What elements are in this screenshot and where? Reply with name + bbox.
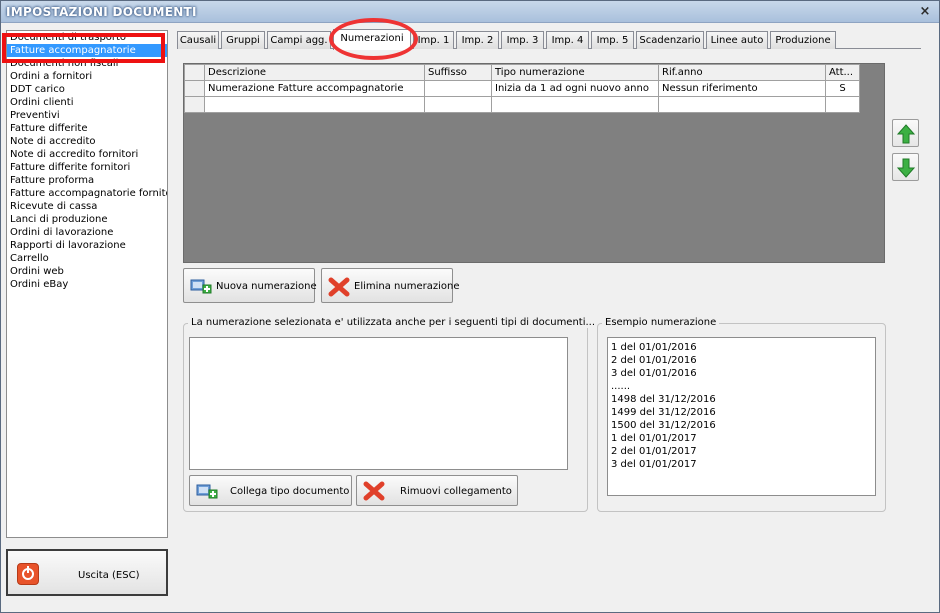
row-indicator[interactable] (184, 96, 205, 113)
move-down-button[interactable] (892, 153, 919, 181)
tab-numerazioni[interactable]: Numerazioni (333, 29, 411, 50)
linked-doc-types-group: La numerazione selezionata e' utilizzata… (183, 317, 599, 512)
delete-x-icon (328, 277, 350, 297)
example-line: 1500 del 31/12/2016 (611, 420, 716, 431)
cell-rif-anno[interactable]: Nessun riferimento (658, 80, 826, 97)
column-header-descrizione[interactable]: Descrizione (204, 64, 425, 81)
document-type-list[interactable]: Documenti di trasporto Fatture accompagn… (6, 30, 168, 538)
remove-link-label: Rimuovi collegamento (400, 486, 512, 497)
delete-numbering-button[interactable]: Elimina numerazione (321, 268, 459, 303)
add-document-icon (190, 279, 212, 294)
example-line: 3 del 01/01/2017 (611, 459, 697, 470)
cell-descrizione[interactable]: Numerazione Fatture accompagnatorie (204, 80, 425, 97)
list-item[interactable]: Documenti non fiscali (7, 57, 167, 70)
list-item[interactable]: Carrello (7, 252, 167, 265)
column-header-rif-anno[interactable]: Rif.anno (658, 64, 826, 81)
delete-x-icon (363, 481, 385, 501)
tab-gruppi[interactable]: Gruppi (221, 31, 265, 49)
tab-campi-agg[interactable]: Campi agg. (267, 31, 331, 49)
list-item[interactable]: Fatture accompagnatorie fornito (7, 187, 167, 200)
row-indicator-header (184, 64, 205, 81)
exit-button-label: Uscita (ESC) (78, 570, 140, 581)
exit-button[interactable]: Uscita (ESC) (6, 549, 168, 596)
example-line: 2 del 01/01/2016 (611, 355, 697, 366)
title-bar: IMPOSTAZIONI DOCUMENTI × (1, 1, 939, 23)
new-numbering-label: Nuova numerazione (216, 281, 317, 292)
list-item[interactable]: Ordini eBay (7, 278, 167, 291)
list-item[interactable]: Lanci di produzione (7, 213, 167, 226)
new-numbering-button[interactable]: Nuova numerazione (183, 268, 317, 303)
close-icon[interactable]: × (917, 4, 933, 20)
tab-imp-2[interactable]: Imp. 2 (456, 31, 499, 49)
list-item[interactable]: Note di accredito fornitori (7, 148, 167, 161)
list-item[interactable]: Documenti di trasporto (7, 31, 167, 44)
cell-attivo[interactable]: S (825, 80, 860, 97)
window-title: IMPOSTAZIONI DOCUMENTI (6, 5, 197, 19)
example-line: ...... (611, 381, 631, 392)
column-header-suffisso[interactable]: Suffisso (424, 64, 492, 81)
arrow-down-icon (897, 158, 915, 178)
tab-causali[interactable]: Causali (177, 31, 219, 49)
list-item[interactable]: Fatture differite (7, 122, 167, 135)
settings-window: IMPOSTAZIONI DOCUMENTI × Documenti di tr… (0, 0, 940, 613)
table-row-new[interactable] (184, 96, 860, 113)
linked-doc-types-legend: La numerazione selezionata e' utilizzata… (188, 317, 599, 328)
cell-descrizione[interactable] (204, 96, 425, 113)
tab-imp-3[interactable]: Imp. 3 (501, 31, 544, 49)
list-item-selected[interactable]: Fatture accompagnatorie (7, 44, 167, 57)
list-item[interactable]: Ordini clienti (7, 96, 167, 109)
cell-tipo-numerazione[interactable] (491, 96, 659, 113)
example-line: 1 del 01/01/2017 (611, 433, 697, 444)
cell-suffisso[interactable] (424, 96, 492, 113)
numbering-grid[interactable]: Descrizione Suffisso Tipo numerazione Ri… (183, 63, 885, 263)
linked-doc-types-list[interactable] (189, 337, 568, 470)
delete-numbering-label: Elimina numerazione (354, 281, 460, 292)
example-numbering-group: Esempio numerazione 1 del 01/01/2016 2 d… (597, 317, 886, 512)
row-indicator[interactable] (184, 80, 205, 97)
example-line: 2 del 01/01/2017 (611, 446, 697, 457)
list-item[interactable]: Note di accredito (7, 135, 167, 148)
cell-rif-anno[interactable] (658, 96, 826, 113)
table-header-row: Descrizione Suffisso Tipo numerazione Ri… (184, 64, 860, 81)
cell-tipo-numerazione[interactable]: Inizia da 1 ad ogni nuovo anno (491, 80, 659, 97)
list-item[interactable]: Ordini di lavorazione (7, 226, 167, 239)
list-item[interactable]: Preventivi (7, 109, 167, 122)
cell-suffisso[interactable] (424, 80, 492, 97)
tab-scadenzario[interactable]: Scadenzario (636, 31, 704, 49)
move-up-button[interactable] (892, 119, 919, 147)
tab-imp-1[interactable]: Imp. 1 (413, 31, 454, 49)
list-item[interactable]: Ordini a fornitori (7, 70, 167, 83)
example-line: 3 del 01/01/2016 (611, 368, 697, 379)
power-icon (17, 563, 39, 585)
example-line: 1499 del 31/12/2016 (611, 407, 716, 418)
link-doc-type-button[interactable]: Collega tipo documento (189, 475, 352, 506)
list-item[interactable]: Ordini web (7, 265, 167, 278)
example-line: 1498 del 31/12/2016 (611, 394, 716, 405)
tab-produzione[interactable]: Produzione (770, 31, 836, 49)
link-doc-type-label: Collega tipo documento (230, 486, 350, 497)
list-item[interactable]: Fatture proforma (7, 174, 167, 187)
add-document-icon (196, 484, 218, 499)
list-item[interactable]: Rapporti di lavorazione (7, 239, 167, 252)
remove-link-button[interactable]: Rimuovi collegamento (356, 475, 518, 506)
tab-imp-4[interactable]: Imp. 4 (546, 31, 589, 49)
column-header-attivo[interactable]: Att... (825, 64, 860, 81)
list-item[interactable]: Fatture differite fornitori (7, 161, 167, 174)
tab-imp-5[interactable]: Imp. 5 (591, 31, 634, 49)
tab-strip: Causali Gruppi Campi agg. Numerazioni Im… (177, 29, 839, 50)
example-numbering-list[interactable]: 1 del 01/01/2016 2 del 01/01/2016 3 del … (607, 337, 876, 496)
example-numbering-legend: Esempio numerazione (602, 317, 720, 328)
table-row[interactable]: Numerazione Fatture accompagnatorie Iniz… (184, 80, 860, 97)
column-header-tipo-numerazione[interactable]: Tipo numerazione (491, 64, 659, 81)
cell-attivo[interactable] (825, 96, 860, 113)
arrow-up-icon (897, 124, 915, 144)
tab-linee-auto[interactable]: Linee auto (706, 31, 768, 49)
list-item[interactable]: DDT carico (7, 83, 167, 96)
list-item[interactable]: Ricevute di cassa (7, 200, 167, 213)
numbering-table: Descrizione Suffisso Tipo numerazione Ri… (184, 64, 860, 113)
example-line: 1 del 01/01/2016 (611, 342, 697, 353)
